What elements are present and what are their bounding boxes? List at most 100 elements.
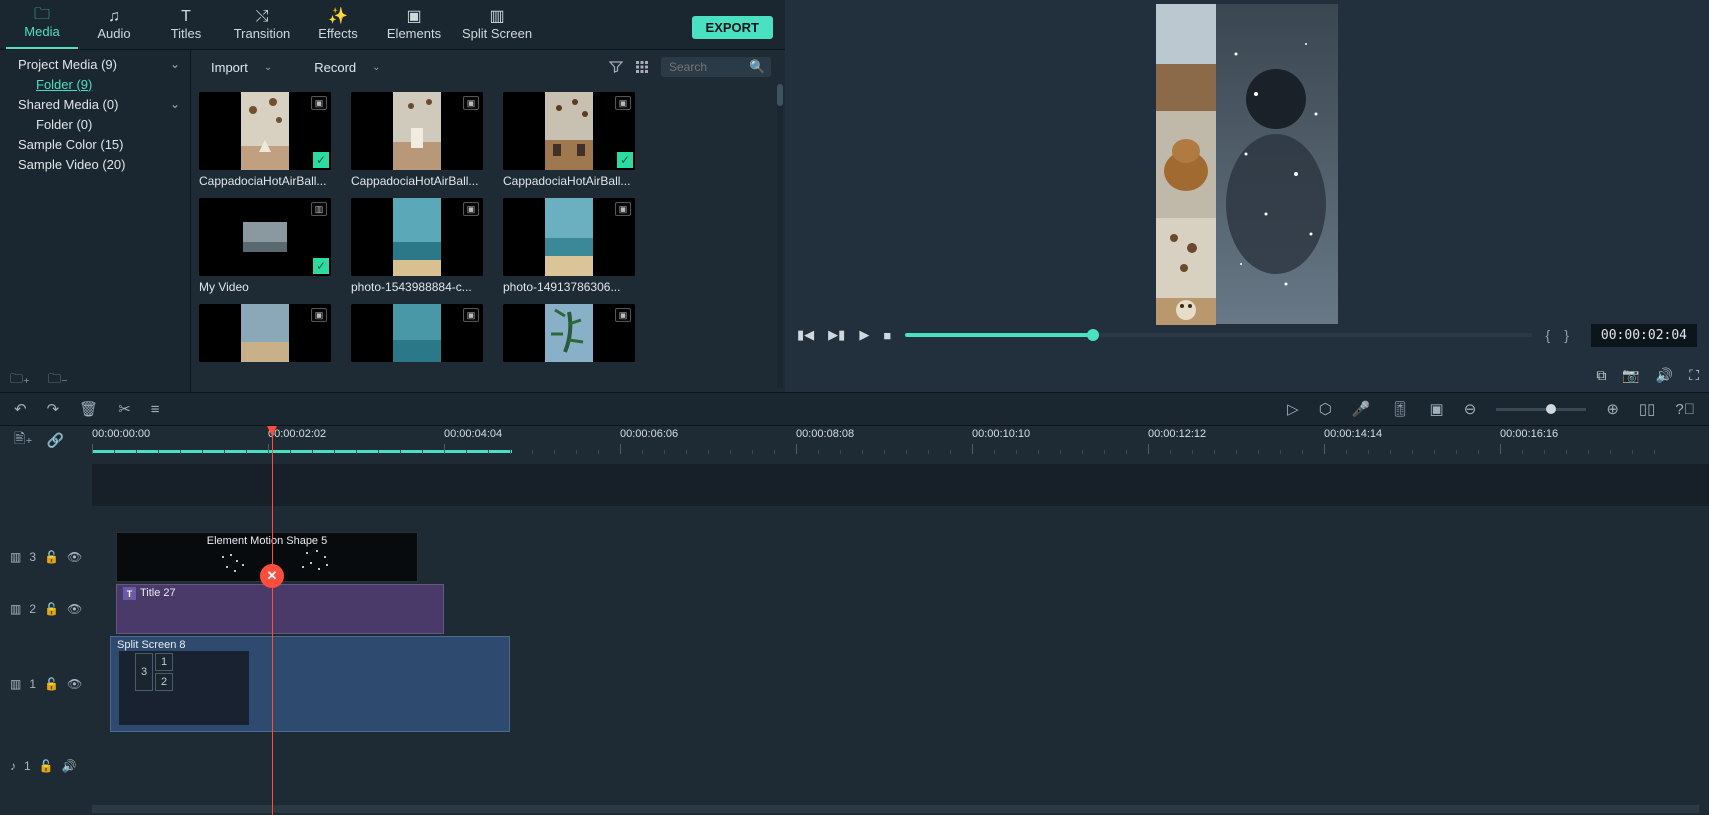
undo-icon[interactable]: ↶: [14, 400, 27, 418]
redo-icon[interactable]: ↷: [47, 400, 60, 418]
render-preview-icon[interactable]: ▷: [1287, 400, 1299, 418]
mark-out-icon[interactable]: }: [1564, 327, 1569, 343]
media-item[interactable]: ▣ CappadociaHotAirBall...: [351, 92, 483, 188]
track-manager-icon[interactable]: 🖹₊: [14, 428, 33, 452]
prev-frame-icon[interactable]: ▮◀: [797, 327, 814, 343]
volume-icon[interactable]: 🔊: [1656, 367, 1673, 384]
ruler-label: 00:00:08:08: [796, 428, 854, 440]
snapshot-icon[interactable]: 📷: [1622, 367, 1639, 384]
media-panel: 🗀Media ♫Audio TTitles ⤭Transition ✨Effec…: [0, 0, 785, 392]
preview-settings-icon[interactable]: ⧉: [1596, 367, 1606, 384]
media-item[interactable]: ▣: [199, 304, 331, 362]
tree-project-media[interactable]: Project Media (9)⌄: [0, 54, 190, 74]
chevron-down-icon[interactable]: ⌄: [170, 57, 180, 71]
transition-icon: ⤭: [222, 8, 302, 26]
timeline-scrollbar[interactable]: [92, 805, 1699, 813]
skip-indicator-icon[interactable]: ✕: [260, 564, 284, 588]
clip-label: Split Screen 8: [117, 639, 185, 651]
tab-effects[interactable]: ✨Effects: [302, 4, 374, 49]
media-item-name: CappadociaHotAirBall...: [503, 174, 635, 188]
stop-icon[interactable]: ■: [883, 328, 891, 343]
timecode-display: 00:00:02:04: [1591, 324, 1697, 347]
crop-icon[interactable]: ▣: [1430, 400, 1444, 418]
tree-folder-9[interactable]: Folder (9): [0, 74, 190, 94]
image-badge-icon: ▣: [463, 202, 479, 216]
export-button[interactable]: EXPORT: [692, 16, 773, 39]
import-dropdown-icon[interactable]: ⌄: [260, 62, 276, 73]
split-icon[interactable]: ✂: [118, 400, 131, 418]
remove-folder-icon[interactable]: 🗀₋: [48, 370, 68, 386]
tree-folder-0[interactable]: Folder (0): [0, 114, 190, 134]
voiceover-icon[interactable]: 🎤: [1352, 400, 1371, 418]
eye-icon[interactable]: 👁: [67, 677, 82, 691]
lock-icon[interactable]: 🔓: [44, 677, 59, 691]
ruler-label: 00:00:12:12: [1148, 428, 1206, 440]
timeline: 🖹₊ 🔗 00:00:00:0000:00:02:0200:00:04:0400…: [0, 426, 1709, 815]
lock-icon[interactable]: 🔓: [39, 759, 54, 773]
ruler-label: 00:00:04:04: [444, 428, 502, 440]
fit-icon[interactable]: ▯▯: [1639, 400, 1656, 418]
zoom-in-icon[interactable]: ⊕: [1606, 400, 1619, 418]
record-dropdown-icon[interactable]: ⌄: [368, 62, 384, 73]
audio-mixer-icon[interactable]: 🎚: [1391, 400, 1410, 418]
search-icon[interactable]: 🔍: [749, 59, 765, 75]
delete-icon[interactable]: 🗑: [79, 400, 98, 418]
eye-icon[interactable]: 👁: [67, 550, 82, 564]
tab-elements[interactable]: ▣Elements: [374, 4, 454, 49]
mark-in-icon[interactable]: {: [1546, 327, 1551, 343]
filter-icon[interactable]: [609, 60, 629, 74]
media-item[interactable]: ▣✓ CappadociaHotAirBall...: [503, 92, 635, 188]
seek-handle[interactable]: [1087, 329, 1099, 341]
media-item[interactable]: ▣ photo-1543988884-c...: [351, 198, 483, 294]
tree-shared-media[interactable]: Shared Media (0)⌄: [0, 94, 190, 114]
lock-icon[interactable]: 🔓: [44, 602, 59, 616]
grid-view-icon[interactable]: [635, 60, 655, 74]
work-area-range[interactable]: [92, 450, 512, 453]
link-icon[interactable]: 🔗: [47, 432, 64, 449]
clip-title-27[interactable]: TTitle 27: [116, 584, 444, 634]
add-folder-icon[interactable]: 🗀₊: [10, 370, 30, 386]
import-button[interactable]: Import: [205, 58, 254, 77]
media-item[interactable]: ▣✓ CappadociaHotAirBall...: [199, 92, 331, 188]
browser-scrollbar[interactable]: [777, 84, 783, 388]
playhead[interactable]: ✕: [272, 426, 273, 815]
media-item[interactable]: ▥✓ My Video: [199, 198, 331, 294]
tab-audio[interactable]: ♫Audio: [78, 4, 150, 49]
image-badge-icon: ▣: [311, 308, 327, 322]
media-item-name: photo-1543988884-c...: [351, 280, 483, 294]
tab-transition[interactable]: ⤭Transition: [222, 4, 302, 49]
check-icon: ✓: [313, 152, 329, 168]
media-item[interactable]: ▣: [503, 304, 635, 362]
track-type-icon: ▥: [10, 602, 21, 616]
eye-icon[interactable]: 👁: [67, 602, 82, 616]
tree-sample-color[interactable]: Sample Color (15): [0, 134, 190, 154]
tab-titles[interactable]: TTitles: [150, 4, 222, 49]
media-item[interactable]: ▣: [351, 304, 483, 362]
help-icon[interactable]: ?⃝: [1675, 401, 1695, 418]
zoom-out-icon[interactable]: ⊖: [1464, 400, 1477, 418]
record-button[interactable]: Record: [308, 58, 362, 77]
seek-bar[interactable]: [905, 333, 1531, 337]
ruler-label: 00:00:02:02: [268, 428, 326, 440]
adjust-icon[interactable]: ≡: [151, 401, 160, 418]
tree-sample-video[interactable]: Sample Video (20): [0, 154, 190, 174]
media-tree: Project Media (9)⌄ Folder (9) Shared Med…: [0, 50, 190, 392]
tab-media[interactable]: 🗀Media: [6, 2, 78, 49]
marker-icon[interactable]: ⬡: [1319, 400, 1332, 418]
timeline-ruler[interactable]: 00:00:00:0000:00:02:0200:00:04:0400:00:0…: [92, 426, 1709, 454]
image-badge-icon: ▣: [615, 96, 631, 110]
tab-split-screen[interactable]: ▥Split Screen: [454, 4, 540, 49]
fullscreen-icon[interactable]: ⛶: [1689, 367, 1699, 384]
track-type-icon: ▥: [10, 677, 21, 691]
effects-icon: ✨: [302, 8, 374, 26]
lock-icon[interactable]: 🔓: [44, 550, 59, 564]
chevron-down-icon[interactable]: ⌄: [170, 97, 180, 111]
media-item[interactable]: ▣ photo-14913786306...: [503, 198, 635, 294]
clip-split-screen[interactable]: Split Screen 8 1 3 2: [110, 636, 510, 732]
next-frame-icon[interactable]: ▶▮: [828, 327, 845, 343]
search-box[interactable]: 🔍: [661, 57, 771, 77]
play-icon[interactable]: ▶: [859, 327, 869, 343]
speaker-icon[interactable]: 🔊: [62, 759, 77, 773]
search-input[interactable]: [669, 60, 749, 74]
zoom-slider[interactable]: [1496, 408, 1586, 411]
